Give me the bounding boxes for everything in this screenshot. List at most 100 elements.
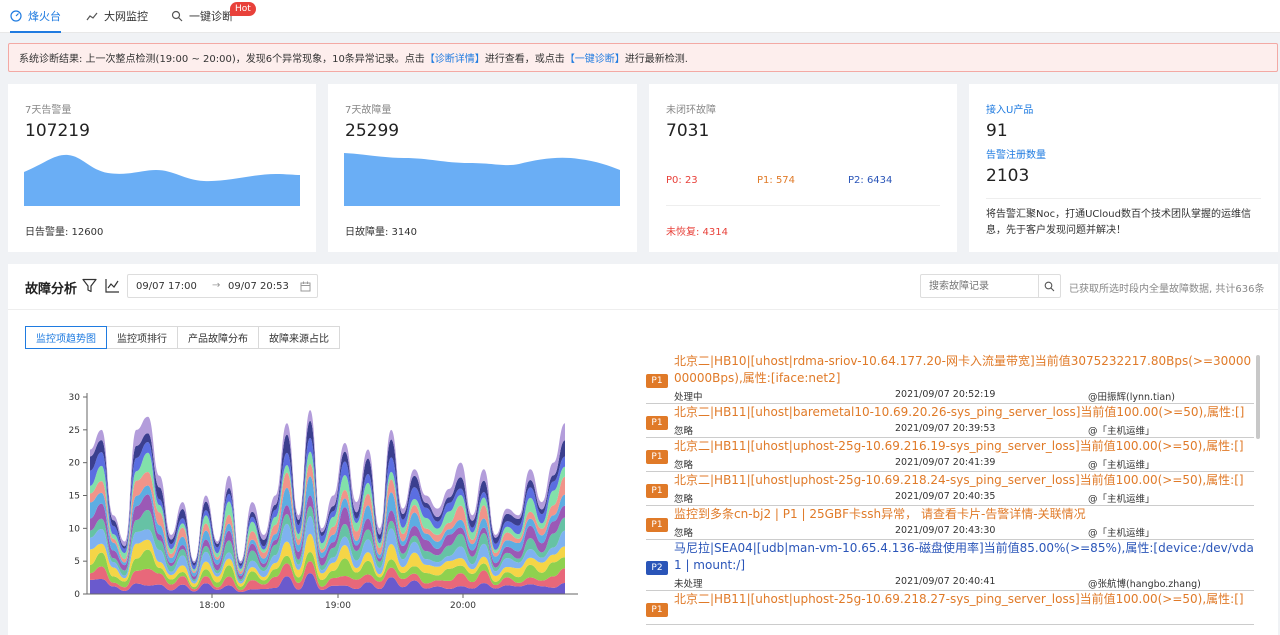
list-scrollbar[interactable] [1256,355,1260,439]
alert-title[interactable]: 北京二|HB11|[uhost|uphost-25g-10.69.218.24-… [674,472,1254,489]
y-tick-label: 5 [74,557,80,567]
alert-time: 2021/09/07 20:39:53 [895,423,996,434]
priority-badge: P1 [646,484,668,498]
alert-row[interactable]: 北京二|HB10|[uhost|rdma-sriov-10.64.177.20-… [646,353,1254,404]
alert-owner: @「主机运维」 [1088,460,1155,471]
search-button[interactable] [1038,275,1060,297]
line-chart-icon [86,12,98,20]
card-label: 7天告警量 [25,105,72,116]
date-range-picker[interactable]: 09/07 17:00 → 09/07 20:53 [127,274,318,298]
diagnosis-detail-link[interactable]: 【诊断详情】 [425,50,485,65]
alert-time: 2021/09/07 20:40:35 [895,491,996,502]
alert-meta: 忽略 2021/09/07 20:43:30 @「主机运维」 [646,523,1254,539]
tab-fenghuotai[interactable]: 烽火台 [10,0,61,33]
tab-monitor-trend[interactable]: 监控项趋势图 [25,326,107,349]
card-7day-faults: 7天故障量 25299 日故障量: 3140 [328,84,637,252]
alert-row[interactable]: 马尼拉|SEA04|[udb|man-vm-10.65.4.136-磁盘使用率]… [646,540,1254,591]
alert-row[interactable]: 北京二|HB11|[uhost|uphost-25g-10.69.218.27-… [646,591,1254,625]
alert-text: 进行最新检测. [624,54,688,65]
y-tick-label: 10 [69,524,81,534]
card-value: 7031 [666,121,710,141]
divider [986,198,1261,199]
alert-status: 忽略 [674,426,694,437]
card-label: 7天故障量 [345,105,392,116]
fault-search-input[interactable] [921,275,1040,297]
search-icon [1044,281,1055,291]
top-nav: 烽火台 大网监控 一键诊断 Hot [0,0,1280,33]
tab-product-distribution[interactable]: 产品故障分布 [177,326,259,349]
alert-row[interactable]: 北京二|HB11|[uhost|uphost-25g-10.69.216.19-… [646,438,1254,472]
alert-meta: 忽略 2021/09/07 20:41:39 @「主机运维」 [646,455,1254,471]
daily-alerts: 日告警量: 12600 [25,227,104,238]
priority-badge: P2 [646,561,668,575]
alert-owner: @张航博(hangbo.zhang) [1088,579,1201,590]
alert-owner: @「主机运维」 [1088,494,1155,505]
alert-title[interactable]: 北京二|HB11|[uhost|uphost-25g-10.69.216.19-… [674,438,1254,455]
alert-title[interactable]: 监控到多条cn-bj2 | P1 | 25GBF卡ssh异常， 请查看卡片-告警… [674,506,1254,523]
tab-monitor-ranking[interactable]: 监控项排行 [106,326,178,349]
card-description: 将告警汇聚Noc，打通UCloud数百个技术团队掌握的运维信息，先于客户发现问题… [986,209,1251,236]
analysis-tabs: 监控项趋势图 监控项排行 产品故障分布 故障来源占比 [25,326,340,349]
alert-time: 2021/09/07 20:52:19 [895,389,996,400]
alert-status: 忽略 [674,528,694,539]
tab-source-ratio[interactable]: 故障来源占比 [258,326,340,349]
line-chart-icon[interactable] [105,278,120,293]
card-value: 107219 [25,121,90,141]
priority-badge: P1 [646,603,668,617]
card-value: 25299 [345,121,400,141]
y-tick-label: 0 [74,590,80,600]
p0-count[interactable]: P0: 23 [666,175,698,186]
alert-owner: @「主机运维」 [1088,426,1155,437]
daily-faults: 日故障量: 3140 [345,227,417,238]
alert-time: 2021/09/07 20:40:41 [895,576,996,587]
x-tick-label: 19:00 [325,601,351,611]
alert-status: 忽略 [674,460,694,471]
alert-text: 系统诊断结果: 上一次整点检测(19:00 ~ 20:00)，发现6个异常现象，… [19,54,425,65]
alert-time: 2021/09/07 20:43:30 [895,525,996,536]
alert-meta: 忽略 2021/09/07 20:39:53 @「主机运维」 [646,421,1254,437]
tab-network-monitor[interactable]: 大网监控 [86,0,148,31]
alert-owner: @「主机运维」 [1088,528,1155,539]
card-label: 未闭环故障 [666,105,716,116]
divider [666,205,940,206]
dashboard-icon [10,9,22,22]
priority-badge: P1 [646,416,668,430]
alerts-area-sparkline [24,154,300,206]
card-label-2[interactable]: 告警注册数量 [986,146,1046,161]
alert-row[interactable]: 监控到多条cn-bj2 | P1 | 25GBF卡ssh异常， 请查看卡片-告警… [646,506,1254,540]
alert-status: 处理中 [674,392,703,403]
y-tick-label: 25 [69,426,80,436]
card-products: 接入U产品 91 告警注册数量 2103 将告警汇聚Noc，打通UCloud数百… [969,84,1278,252]
x-tick-label: 18:00 [199,601,225,611]
tab-label: 大网监控 [104,9,148,23]
filter-icon[interactable] [82,278,97,293]
one-click-diagnose-link[interactable]: 【一键诊断】 [565,50,625,65]
y-tick-label: 15 [69,492,80,502]
alert-title[interactable]: 北京二|HB11|[uhost|baremetal10-10.69.20.26-… [674,404,1254,421]
priority-badge: P1 [646,374,668,388]
date-arrow: → [212,280,221,291]
alert-title[interactable]: 北京二|HB10|[uhost|rdma-sriov-10.64.177.20-… [674,353,1254,387]
faults-area-sparkline [344,153,620,206]
tab-label: 一键诊断 [189,9,233,23]
panel-title: 故障分析 [25,282,78,297]
alert-row[interactable]: 北京二|HB11|[uhost|baremetal10-10.69.20.26-… [646,404,1254,438]
priority-badge: P1 [646,450,668,464]
fault-summary: 已获取所选时段内全量故障数据, 共计636条 [1069,284,1265,295]
card-open-faults: 未闭环故障 7031 P0: 23 P1: 574 P2: 6434 未恢复: … [649,84,957,252]
diagnosis-alert: 系统诊断结果: 上一次整点检测(19:00 ~ 20:00)，发现6个异常现象，… [8,43,1278,72]
alert-row[interactable]: 北京二|HB11|[uhost|uphost-25g-10.69.218.24-… [646,472,1254,506]
date-end[interactable]: 09/07 20:53 [228,281,289,292]
card-label[interactable]: 接入U产品 [986,101,1033,116]
priority-badge: P1 [646,518,668,532]
alert-meta: 处理中 2021/09/07 20:52:19 @田振辉(lynn.tian) [646,387,1254,403]
p2-count[interactable]: P2: 6434 [848,175,892,186]
p1-count[interactable]: P1: 574 [757,175,795,186]
hot-badge: Hot [230,2,256,16]
date-start[interactable]: 09/07 17:00 [136,281,197,292]
alert-title[interactable]: 北京二|HB11|[uhost|uphost-25g-10.69.218.27-… [674,591,1254,608]
panel-header: 故障分析 09/07 17:00 → 09/07 20:53 已获取所选时段内全… [8,264,1278,310]
alert-title[interactable]: 马尼拉|SEA04|[udb|man-vm-10.65.4.136-磁盘使用率]… [674,540,1254,574]
unrecovered-count[interactable]: 未恢复: 4314 [666,223,728,238]
tab-one-click-diagnose[interactable]: 一键诊断 [171,0,233,31]
